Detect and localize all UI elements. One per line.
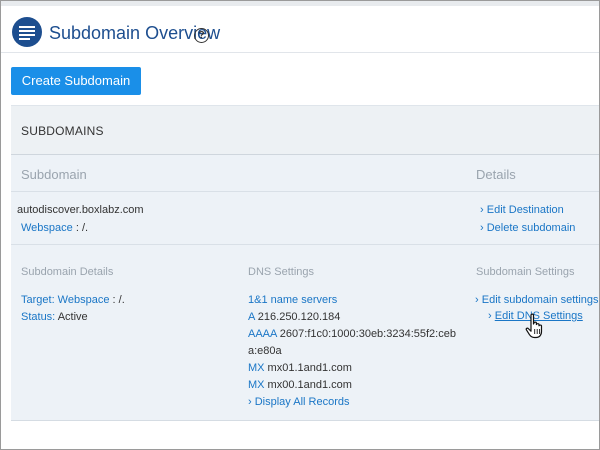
- record-value: 2607:f1c0:1000:30eb:3234:55f2:ceb: [276, 328, 456, 340]
- record-type: MX: [248, 379, 265, 391]
- dns-settings-heading: DNS Settings: [248, 266, 315, 278]
- chevron-right-icon: ›: [480, 204, 484, 216]
- record-type: A: [248, 311, 255, 323]
- subdomain-details-heading: Subdomain Details: [21, 266, 114, 278]
- create-subdomain-button[interactable]: Create Subdomain: [11, 67, 141, 95]
- app-window: Subdomain Overview ? Create Subdomain SU…: [0, 0, 600, 450]
- chevron-right-icon: ›: [475, 294, 479, 306]
- column-header-subdomain: Subdomain: [21, 167, 87, 182]
- divider: [11, 244, 599, 245]
- hand-pointer-icon: [525, 313, 543, 339]
- chevron-right-icon: ›: [488, 310, 492, 322]
- page-header: Subdomain Overview ?: [1, 6, 599, 53]
- dns-record-aaaa: AAAA 2607:f1c0:1000:30eb:3234:55f2:ceb: [248, 328, 456, 340]
- status-value: Active: [55, 311, 88, 323]
- edit-destination-label: Edit Destination: [486, 204, 564, 216]
- edit-subdomain-settings-label: Edit subdomain settings: [481, 294, 599, 306]
- status-line: Status: Active: [21, 311, 88, 323]
- record-type: MX: [248, 362, 265, 374]
- target-line: Target: Webspace : /.: [21, 294, 125, 306]
- record-type: AAAA: [248, 328, 277, 340]
- display-all-records-link[interactable]: › Display All Records: [248, 396, 350, 408]
- subdomain-list-icon: [12, 17, 42, 47]
- delete-subdomain-label: Delete subdomain: [486, 222, 576, 234]
- delete-subdomain-link[interactable]: › Delete subdomain: [480, 222, 575, 234]
- webspace-link[interactable]: Webspace: [21, 222, 73, 234]
- dns-record-a: A 216.250.120.184: [248, 311, 340, 323]
- help-icon[interactable]: ?: [194, 28, 209, 43]
- name-servers-link[interactable]: 1&1 name servers: [248, 294, 337, 306]
- dns-record-mx2: MX mx00.1and1.com: [248, 379, 352, 391]
- chevron-right-icon: ›: [248, 396, 252, 408]
- edit-destination-link[interactable]: › Edit Destination: [480, 204, 564, 216]
- record-value: mx00.1and1.com: [264, 379, 352, 391]
- panel-title: SUBDOMAINS: [21, 124, 104, 138]
- edit-subdomain-settings-link[interactable]: › Edit subdomain settings: [475, 294, 599, 306]
- dns-record-aaaa-continued: a:e80a: [248, 345, 282, 357]
- column-header-details: Details: [476, 167, 516, 182]
- subdomains-panel: SUBDOMAINS Subdomain Details autodiscove…: [11, 105, 599, 421]
- status-label: Status:: [21, 311, 56, 323]
- subdomain-name[interactable]: autodiscover.boxlabz.com: [17, 204, 144, 216]
- target-value: : /.: [109, 294, 125, 306]
- dns-record-mx1: MX mx01.1and1.com: [248, 362, 352, 374]
- record-value: mx01.1and1.com: [264, 362, 352, 374]
- target-link[interactable]: Target: Webspace: [21, 294, 109, 306]
- panel-header: SUBDOMAINS: [11, 106, 599, 155]
- subdomain-settings-heading: Subdomain Settings: [476, 266, 575, 278]
- webspace-line: Webspace : /.: [21, 222, 88, 234]
- display-all-records-label: Display All Records: [254, 396, 350, 408]
- webspace-value: : /.: [72, 222, 89, 234]
- divider: [11, 191, 599, 192]
- record-value: 216.250.120.184: [254, 311, 341, 323]
- chevron-right-icon: ›: [480, 222, 484, 234]
